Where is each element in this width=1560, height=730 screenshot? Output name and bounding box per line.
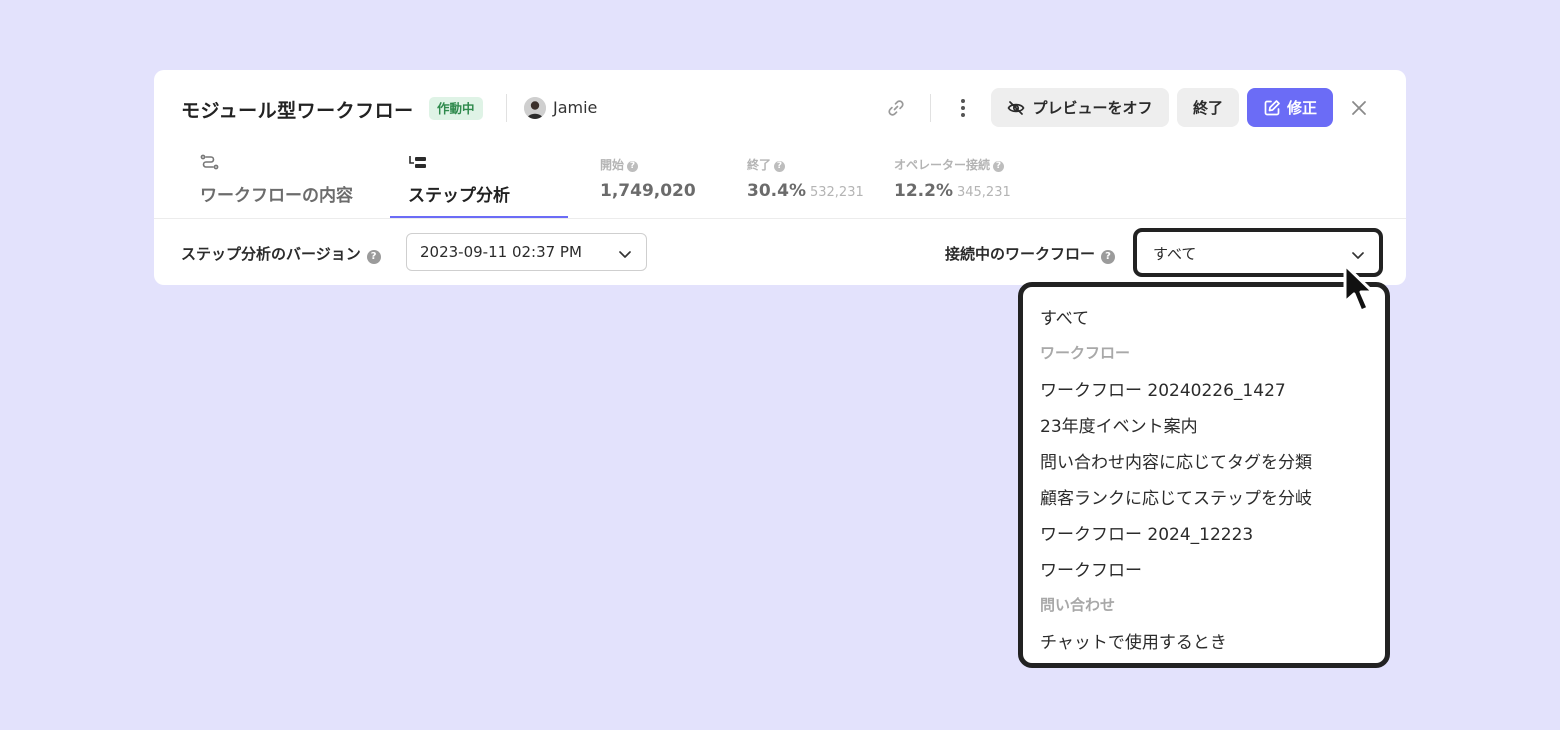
dropdown-option[interactable]: 問い合わせ内容に応じてタグを分類 [1040,448,1312,473]
workflow-dropdown-menu: すべて ワークフロー ワークフロー 20240226_1427 23年度イベント… [1018,282,1390,668]
connected-workflow-label-text: 接続中のワークフロー [945,245,1096,263]
step-analysis-icon [408,154,428,176]
dropdown-option[interactable]: 23年度イベント案内 [1040,412,1198,437]
stat-operator-count: 345,231 [956,185,1011,200]
mouse-cursor-icon [1340,262,1380,322]
divider [154,218,1406,219]
end-button[interactable]: 終了 [1177,88,1239,127]
page-title: モジュール型ワークフロー [181,100,414,122]
divider [930,94,931,122]
preview-off-label: プレビューをオフ [1032,99,1153,117]
dropdown-group-workflow: ワークフロー [1040,344,1131,362]
stat-start-label: 開始? [600,156,639,173]
close-icon[interactable] [1348,97,1370,119]
version-filter-label: ステップ分析のバージョン? [181,243,381,264]
dropdown-option[interactable]: ワークフロー 20240226_1427 [1040,376,1286,401]
stat-end-label-text: 終了 [747,158,772,172]
avatar [524,97,546,119]
user-name: Jamie [553,98,598,117]
tab-workflow-contents[interactable]: ワークフローの内容 [200,181,353,206]
dropdown-option-all[interactable]: すべて [1040,304,1089,329]
stat-end-value: 30.4% 532,231 [747,181,864,201]
version-select-value: 2023-09-11 02:37 PM [420,243,582,261]
divider [506,94,507,122]
dropdown-option[interactable]: ワークフロー [1040,556,1142,581]
link-icon[interactable] [884,96,908,120]
workflow-icon [200,154,220,176]
status-badge: 作動中 [429,97,483,120]
dropdown-option[interactable]: 顧客ランクに応じてステップを分岐 [1040,484,1312,509]
stat-operator-percent: 12.2% [894,181,953,201]
stat-operator-label-text: オペレーター接続 [894,158,991,172]
stat-operator-value: 12.2% 345,231 [894,181,1011,201]
edit-button[interactable]: 修正 [1247,88,1333,127]
help-icon[interactable]: ? [1101,250,1116,264]
dropdown-option[interactable]: ワークフロー 2024_12223 [1040,520,1253,545]
help-icon[interactable]: ? [366,250,381,264]
tab-step-analysis[interactable]: ステップ分析 [408,181,510,206]
version-filter-label-text: ステップ分析のバージョン [181,245,361,263]
preview-off-button[interactable]: プレビューをオフ [991,88,1169,127]
connected-workflow-select-value: すべて [1153,245,1197,263]
stat-operator-label: オペレーター接続? [894,156,1005,173]
dropdown-group-inquiry: 問い合わせ [1040,596,1116,614]
more-options-icon[interactable] [952,96,974,120]
end-label: 終了 [1192,99,1223,117]
version-select[interactable]: 2023-09-11 02:37 PM [406,233,647,271]
eye-off-icon [1007,100,1025,115]
stat-start-value: 1,749,020 [600,181,696,201]
connected-workflow-label: 接続中のワークフロー? [945,243,1116,264]
workflow-panel: モジュール型ワークフロー 作動中 Jamie プレビューをオフ 終了 修正 ワー… [154,70,1406,285]
chevron-down-icon [618,246,632,264]
dropdown-option[interactable]: チャットで使用するとき [1040,628,1227,653]
help-icon[interactable]: ? [993,161,1005,172]
stat-end-count: 532,231 [809,185,864,200]
help-icon[interactable]: ? [627,161,639,172]
stat-end-percent: 30.4% [747,181,806,201]
edit-label: 修正 [1286,99,1317,117]
stat-end-label: 終了? [747,156,786,173]
edit-icon [1263,99,1281,117]
help-icon[interactable]: ? [774,161,786,172]
stat-start-label-text: 開始 [600,158,625,172]
